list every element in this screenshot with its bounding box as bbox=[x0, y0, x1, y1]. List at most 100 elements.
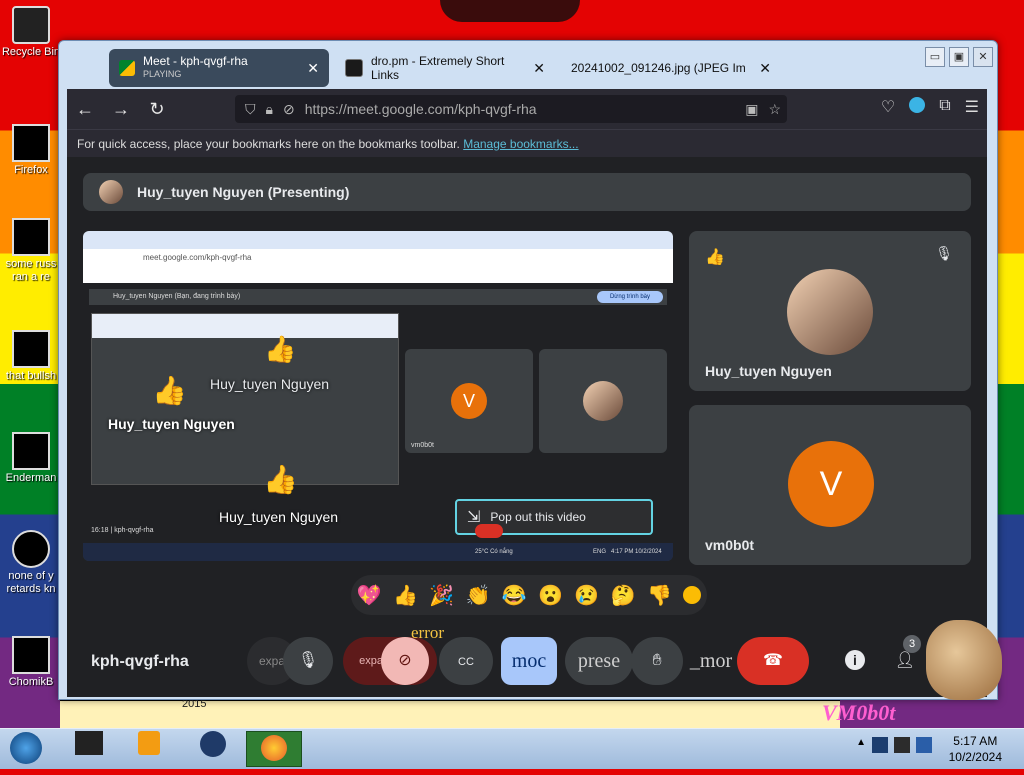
network-icon[interactable] bbox=[894, 737, 910, 753]
extensions-icon[interactable]: ⧉ bbox=[939, 97, 950, 117]
shield-icon[interactable]: ⛉ bbox=[245, 101, 256, 118]
desktop-icon-label: that bullsh bbox=[5, 370, 57, 382]
desktop-icon-recycle-bin[interactable]: Recycle Bin bbox=[0, 6, 62, 59]
account-icon[interactable] bbox=[909, 97, 926, 113]
microphone-button[interactable]: 🎙︎ bbox=[283, 637, 333, 685]
reaction-party[interactable]: 🎉 bbox=[429, 583, 454, 608]
taskbar-app-cmd[interactable] bbox=[62, 731, 116, 765]
inner-clock: 4:17 PM 10/2/2024 bbox=[611, 549, 662, 555]
desktop-icon-label: Enderman bbox=[5, 472, 57, 484]
back-icon[interactable]: ← bbox=[67, 99, 103, 120]
inner-weather: 25°C Có nắng bbox=[475, 549, 513, 555]
firefox-window: Meet - kph-qvgf-rha PLAYING ✕ dro.pm - E… bbox=[58, 40, 998, 700]
desktop-icon-chomik[interactable]: ChomikB bbox=[0, 636, 62, 689]
reaction-thumbs-down[interactable]: 👎 bbox=[647, 583, 672, 608]
desktop-icon-label: Firefox bbox=[14, 164, 48, 176]
desktop-icon-enderman[interactable]: Enderman bbox=[0, 432, 62, 485]
tray-icons: ▲ bbox=[856, 737, 932, 753]
thumbs-up-reaction: 👍 bbox=[152, 375, 187, 406]
lock-icon[interactable]: 🔒︎ bbox=[266, 101, 273, 118]
url-bar[interactable]: ⛉ 🔒︎ ⊘ https://meet.google.com/kph-qvgf-… bbox=[235, 95, 787, 123]
close-tab-icon[interactable]: ✕ bbox=[533, 60, 545, 77]
desktop-icon-shortcut-3[interactable]: none of y retards kn bbox=[0, 530, 62, 596]
inner-end-call bbox=[475, 524, 503, 538]
participant-tile-vm0b0t[interactable]: V vm0b0t bbox=[689, 405, 971, 565]
close-tab-icon[interactable]: ✕ bbox=[307, 60, 319, 77]
captions-icon: CC bbox=[458, 656, 474, 668]
reaction-laugh[interactable]: 😂 bbox=[502, 583, 527, 608]
clock-time: 5:17 AM bbox=[953, 734, 998, 748]
tray-app-icon[interactable] bbox=[872, 737, 888, 753]
tab-meet[interactable]: Meet - kph-qvgf-rha PLAYING ✕ bbox=[109, 49, 329, 87]
start-button[interactable] bbox=[4, 731, 48, 765]
thumbs-up-reaction: 👍 bbox=[263, 464, 298, 495]
forward-icon[interactable]: → bbox=[103, 99, 139, 120]
desktop-icon-label: Recycle Bin bbox=[1, 46, 61, 58]
participant-tile-huy[interactable]: 👍 🎙︎ Huy_tuyen Nguyen bbox=[689, 231, 971, 391]
thumbs-up-reaction: 👍 bbox=[705, 249, 725, 266]
url-text[interactable]: https://meet.google.com/kph-qvgf-rha bbox=[305, 101, 537, 117]
inner-browser-tabs bbox=[83, 231, 673, 249]
more-options-button[interactable]: _mor bbox=[679, 637, 743, 685]
clock-date: 10/2/2024 bbox=[948, 750, 1002, 764]
reader-view-icon[interactable]: ▣ bbox=[745, 101, 758, 118]
inner-avatar-huy bbox=[583, 381, 623, 421]
inner-control-bar: 16:18 | kph-qvgf-rha bbox=[91, 521, 667, 541]
raise-hand-button[interactable]: ✋︎ bbox=[631, 637, 683, 685]
camera-off-button[interactable]: ⊘ bbox=[381, 637, 429, 685]
taskbar-app-media[interactable] bbox=[122, 731, 176, 765]
close-tab-icon[interactable]: ✕ bbox=[759, 60, 771, 77]
manage-bookmarks-link[interactable]: Manage bookmarks... bbox=[463, 137, 578, 151]
reaction-clap[interactable]: 👏 bbox=[466, 583, 491, 608]
hang-up-icon: ☎ bbox=[763, 652, 783, 669]
globe-icon bbox=[200, 731, 226, 757]
participant-avatar bbox=[787, 269, 873, 355]
taskbar-app-firefox[interactable] bbox=[246, 731, 302, 767]
tab-title: 20241002_091246.jpg (JPEG Image, 4 bbox=[571, 61, 746, 75]
maximize-button[interactable]: ▣ bbox=[949, 47, 969, 67]
hand-icon: ✋︎ bbox=[652, 652, 662, 669]
pocket-icon[interactable]: ♡ bbox=[881, 97, 895, 117]
hamster-sticker bbox=[926, 620, 1002, 700]
tray-arrow-icon[interactable]: ▲ bbox=[856, 737, 866, 753]
inner-avatar-v: V bbox=[451, 383, 487, 419]
menu-icon[interactable]: ☰ bbox=[965, 97, 979, 117]
shared-screen[interactable]: meet.google.com/kph-qvgf-rha Huy_tuyen N… bbox=[83, 231, 673, 561]
participant-name: Huy_tuyen Nguyen bbox=[705, 363, 832, 379]
tab-playing-label: PLAYING bbox=[143, 69, 182, 79]
reaction-thumbs-up[interactable]: 👍 bbox=[393, 583, 418, 608]
reaction-sad[interactable]: 😢 bbox=[574, 583, 599, 608]
system-clock[interactable]: 5:17 AM 10/2/2024 bbox=[949, 733, 1002, 765]
minimize-button[interactable]: ▭ bbox=[925, 47, 945, 67]
desktop-icon-shortcut-2[interactable]: that bullsh bbox=[0, 330, 62, 383]
present-button[interactable]: prese bbox=[565, 637, 633, 685]
desktop-icon-firefox[interactable]: Firefox bbox=[0, 124, 62, 177]
taskbar-app-globe[interactable] bbox=[186, 731, 240, 765]
desktop-icon-shortcut-1[interactable]: some russ ran a re bbox=[0, 218, 62, 284]
tab-title: dro.pm - Extremely Short Links bbox=[371, 54, 505, 82]
close-window-button[interactable]: ✕ bbox=[973, 47, 993, 67]
info-icon: i bbox=[845, 650, 865, 670]
nested-url-bar bbox=[92, 314, 398, 338]
inner-time-text: 16:18 | kph-qvgf-rha bbox=[91, 527, 154, 534]
recycle-bin-icon bbox=[12, 6, 50, 44]
meeting-info-button[interactable]: i bbox=[835, 637, 875, 685]
camera-permission-icon[interactable]: ⊘ bbox=[283, 101, 295, 118]
reactions-button[interactable]: moc bbox=[501, 637, 557, 685]
reaction-heart[interactable]: 💖 bbox=[357, 583, 382, 608]
leave-call-button[interactable]: ☎ bbox=[737, 637, 809, 685]
inner-browser-url: meet.google.com/kph-qvgf-rha bbox=[83, 249, 673, 283]
reaction-surprised[interactable]: 😮 bbox=[538, 583, 563, 608]
tab-image[interactable]: 20241002_091246.jpg (JPEG Image, 4 ✕ bbox=[561, 49, 781, 87]
reaction-thinking[interactable]: 🤔 bbox=[611, 583, 636, 608]
bookmark-star-icon[interactable]: ☆ bbox=[768, 101, 781, 118]
reload-icon[interactable]: ↻ bbox=[139, 99, 175, 120]
shortcut-icon bbox=[12, 432, 50, 470]
windows-logo-icon bbox=[10, 732, 42, 764]
volume-icon[interactable] bbox=[916, 737, 932, 753]
wallpaper-top-shape bbox=[440, 0, 580, 22]
captions-button[interactable]: CC bbox=[439, 637, 493, 685]
skin-tone-icon[interactable] bbox=[683, 586, 702, 604]
overlay-name: Huy_tuyen Nguyen bbox=[108, 416, 235, 432]
tab-dropm[interactable]: dro.pm - Extremely Short Links ✕ bbox=[335, 49, 555, 87]
